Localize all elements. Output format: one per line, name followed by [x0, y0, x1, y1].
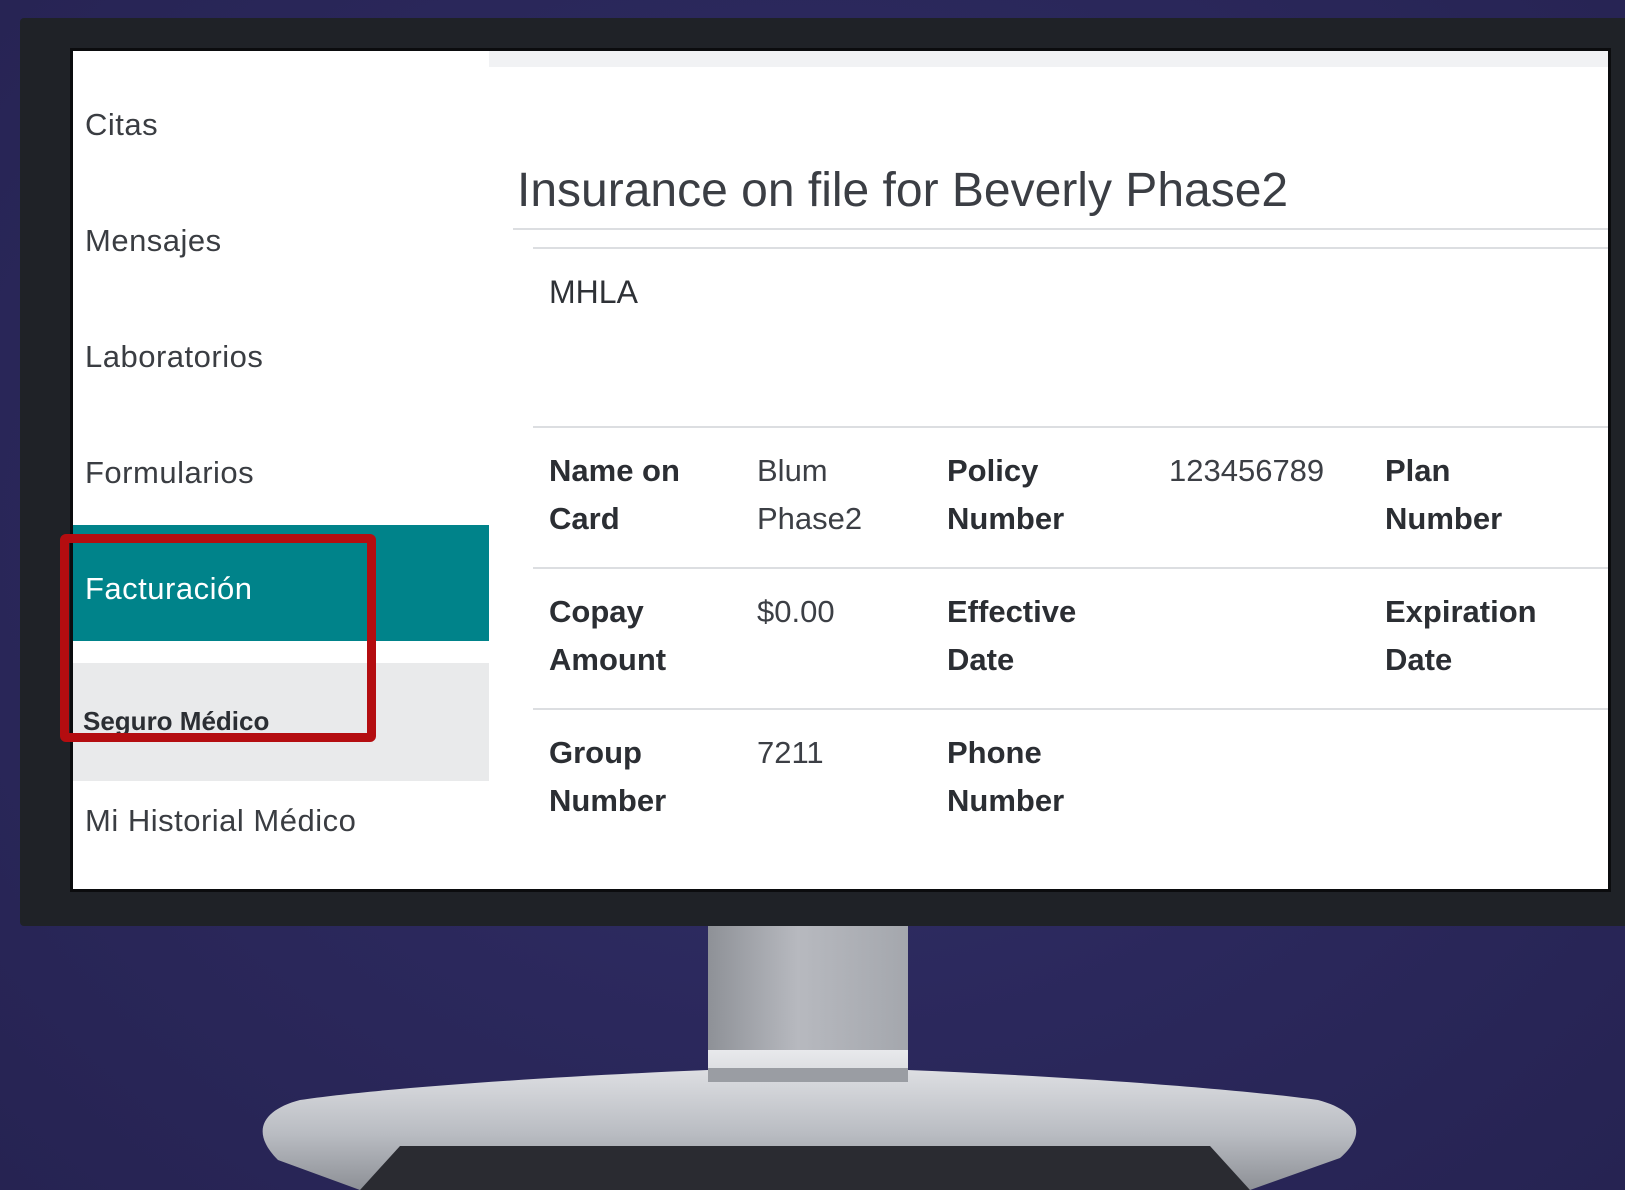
row-divider — [533, 426, 1608, 428]
sidebar-item-laboratorios[interactable]: Laboratorios — [73, 293, 489, 413]
sidebar-item-facturacion[interactable]: Facturación — [73, 525, 489, 641]
title-divider — [513, 228, 1608, 230]
name-on-card-label: Name on Card — [549, 453, 680, 536]
sidebar-item-formularios[interactable]: Formularios — [73, 409, 489, 529]
phone-number-label: Phone Number — [947, 735, 1065, 818]
row-divider — [533, 567, 1608, 569]
copay-amount-value: $0.00 — [757, 594, 835, 629]
card-top-divider — [533, 247, 1608, 249]
sidebar-item-label: Mi Historial Médico — [85, 803, 357, 838]
copay-amount-label: Copay Amount — [549, 594, 667, 677]
sidebar-nav: Citas Mensajes Laboratorios Formularios … — [73, 51, 489, 889]
sidebar-item-label: Formularios — [85, 455, 255, 490]
sidebar-item-mi-historial-medico[interactable]: Mi Historial Médico — [73, 757, 489, 877]
sidebar-item-label: Facturación — [85, 571, 253, 606]
policy-number-value: 123456789 — [1169, 453, 1325, 488]
policy-number-label: Policy Number — [947, 453, 1065, 536]
sidebar-item-label: Mensajes — [85, 223, 222, 258]
expiration-date-label: Expiration Date — [1385, 594, 1537, 677]
sidebar-item-label: Citas — [85, 107, 159, 142]
group-number-value: 7211 — [757, 735, 824, 770]
sidebar-item-label: Laboratorios — [85, 339, 264, 374]
sidebar-subitem-seguro-medico[interactable]: Seguro Médico — [83, 706, 489, 737]
insurance-name: MHLA — [549, 274, 638, 310]
sidebar-item-citas[interactable]: Citas — [73, 61, 489, 181]
monitor-screen: Citas Mensajes Laboratorios Formularios … — [70, 48, 1611, 892]
sidebar-item-mensajes[interactable]: Mensajes — [73, 177, 489, 297]
plan-number-label: Plan Number — [1385, 453, 1503, 536]
row-divider — [533, 708, 1608, 710]
monitor-stand-base — [262, 1050, 1357, 1190]
top-strip — [489, 51, 1608, 67]
main-content: Insurance on file for Beverly Phase2 MHL… — [489, 51, 1608, 889]
name-on-card-value: Blum Phase2 — [757, 453, 863, 536]
effective-date-label: Effective Date — [947, 594, 1077, 677]
group-number-label: Group Number — [549, 735, 667, 818]
page-title: Insurance on file for Beverly Phase2 — [517, 164, 1289, 218]
